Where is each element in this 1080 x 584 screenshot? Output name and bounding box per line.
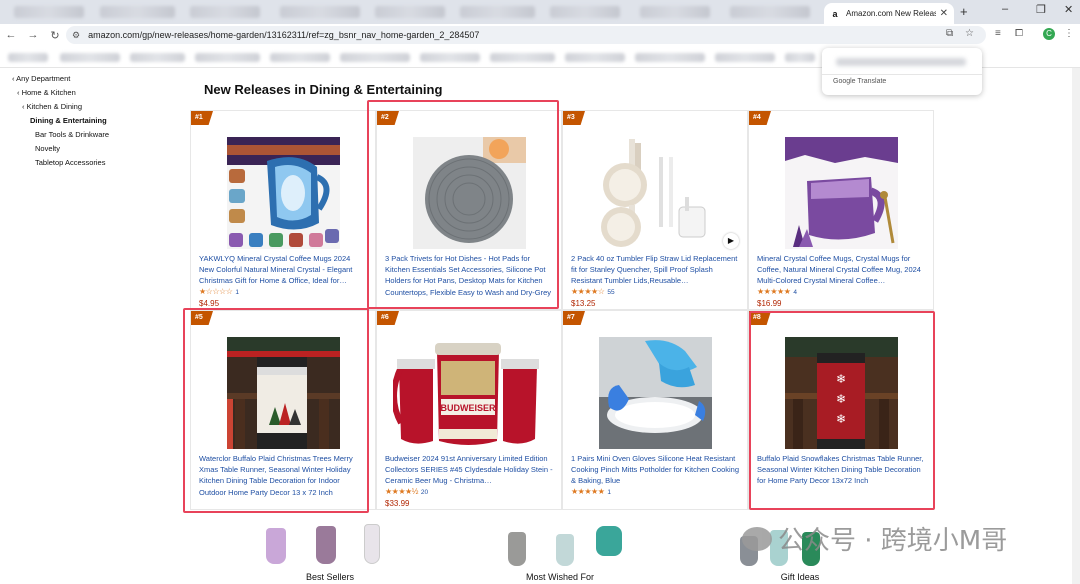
page-scrollbar[interactable] [1072, 68, 1080, 584]
new-tab-icon[interactable]: + [960, 4, 968, 19]
rating-stars: ★★★★½ [385, 487, 418, 496]
address-toolbar: ← → ↻ ⚙ amazon.com/gp/new-releases/home-… [0, 24, 1080, 46]
rating-stars: ★★★★☆ [571, 287, 605, 296]
url-text: amazon.com/gp/new-releases/home-garden/1… [88, 30, 480, 40]
review-count: 20 [420, 489, 429, 496]
svg-text:❄: ❄ [836, 392, 846, 406]
rank-badge: #2 [377, 111, 399, 125]
sidebar-item-dining-entertaining: Dining & Entertaining [30, 116, 107, 125]
product-card[interactable]: #6 BUDWEISER Budweiser 2024 91st Anniver… [376, 310, 562, 510]
product-title-link[interactable]: YAKWLYQ Mineral Crystal Coffee Mugs 2024… [199, 253, 367, 287]
product-card[interactable]: #8 ❄ ❄ ❄ Buffalo Plaid Snowflakes Christ… [748, 310, 934, 510]
sidebar-item-any-department[interactable]: ‹ Any Department [12, 72, 109, 86]
play-video-icon[interactable]: ▶ [723, 233, 739, 249]
maximize-icon[interactable]: ❐ [1036, 3, 1046, 16]
amazon-page: ‹ Any Department ‹ Home & Kitchen ‹ Kitc… [0, 68, 1080, 584]
product-image[interactable] [413, 137, 526, 249]
sidebar-item-home-kitchen[interactable]: ‹ Home & Kitchen [12, 86, 109, 100]
wechat-logo-icon [742, 526, 772, 551]
product-card[interactable]: #1 YAKWLYQ Mineral Crystal Coffee Mugs 2… [190, 110, 376, 310]
extensions-icon[interactable]: ⧠ [1015, 28, 1023, 39]
product-title-link[interactable]: 3 Pack Trivets for Hot Dishes - Hot Pads… [385, 253, 553, 298]
sidebar-item-kitchen-dining[interactable]: ‹ Kitchen & Dining [12, 100, 109, 114]
product-rating[interactable]: ★★★★☆ 55 [571, 287, 615, 296]
product-title-link[interactable]: Budweiser 2024 91st Anniversary Limited … [385, 453, 553, 487]
product-title-link[interactable]: Buffalo Plaid Snowflakes Christmas Table… [757, 453, 925, 487]
product-title-link[interactable]: Waterclor Buffalo Plaid Christmas Trees … [199, 453, 367, 498]
reload-icon[interactable]: ↻ [44, 29, 66, 42]
rating-stars: ★☆☆☆☆ [199, 287, 233, 296]
rating-stars: ★★★★★ [571, 487, 605, 496]
product-rating[interactable]: ★★★★★ 4 [757, 287, 797, 296]
product-rating[interactable]: ★★★★★ 1 [571, 487, 611, 496]
product-card[interactable]: #4 Mineral Crystal Coffee Mugs, Crystal … [748, 110, 934, 310]
svg-text:❄: ❄ [836, 372, 846, 386]
product-title-link[interactable]: Mineral Crystal Coffee Mugs, Crystal Mug… [757, 253, 925, 287]
product-rating[interactable]: ★☆☆☆☆ 1 [199, 287, 239, 296]
translate-popup[interactable]: Google Translate [822, 48, 982, 95]
best-sellers-tile[interactable]: Best Sellers [230, 516, 430, 584]
google-translate-label: Google Translate [833, 78, 887, 85]
close-tab-icon[interactable]: ✕ [940, 8, 948, 19]
product-price: $13.25 [571, 299, 596, 308]
rank-badge: #6 [377, 311, 399, 325]
profile-avatar[interactable]: C [1043, 28, 1055, 40]
product-card[interactable]: #5 Waterclor Buffalo Plaid Christmas Tre… [190, 310, 376, 510]
product-image[interactable]: ❄ ❄ ❄ [785, 337, 898, 449]
product-rating[interactable]: ★★★★½ 20 [385, 487, 428, 496]
bookmark-star-icon[interactable]: ☆ [965, 28, 974, 39]
product-card[interactable]: #7 1 Pairs Mini Oven Gloves Silicone Hea… [562, 310, 748, 510]
sidebar-item-bar-tools[interactable]: Bar Tools & Drinkware [12, 128, 109, 142]
active-tab-title: Amazon.com New Releases [846, 9, 936, 18]
product-image[interactable] [785, 137, 898, 249]
product-price: $16.99 [757, 299, 782, 308]
best-sellers-label[interactable]: Best Sellers [230, 572, 430, 582]
most-wished-tile[interactable]: Most Wished For [460, 516, 660, 584]
product-price: $33.99 [385, 499, 410, 508]
extension-menu-icon[interactable]: ≡ [995, 28, 1001, 39]
back-icon[interactable]: ← [0, 29, 22, 41]
page-title: New Releases in Dining & Entertaining [204, 82, 443, 97]
url-input[interactable]: ⚙ amazon.com/gp/new-releases/home-garden… [66, 26, 986, 44]
forward-icon[interactable]: → [22, 29, 44, 41]
review-count: 1 [235, 289, 239, 296]
most-wished-label[interactable]: Most Wished For [460, 572, 660, 582]
rank-badge: #7 [563, 311, 585, 325]
review-count: 55 [607, 289, 615, 296]
gift-ideas-label[interactable]: Gift Ideas [700, 572, 900, 582]
browser-tab-bar: a Amazon.com New Releases ✕ + – ❐ ✕ [0, 0, 1080, 24]
product-image[interactable] [227, 137, 340, 249]
browser-menu-icon[interactable]: ⋮ [1064, 28, 1074, 39]
product-title-link[interactable]: 2 Pack 40 oz Tumbler Flip Straw Lid Repl… [571, 253, 739, 287]
rank-badge: #5 [191, 311, 213, 325]
rank-badge: #3 [563, 111, 585, 125]
product-image[interactable] [599, 337, 712, 449]
product-image[interactable] [227, 337, 340, 449]
rank-badge: #8 [749, 311, 771, 325]
rank-badge: #1 [191, 111, 213, 125]
rating-stars: ★★★★★ [757, 287, 791, 296]
rank-badge: #4 [749, 111, 771, 125]
active-tab[interactable]: a Amazon.com New Releases ✕ [824, 3, 954, 24]
product-card[interactable]: #3 ▶ 2 Pack 40 oz Tumbler Flip Straw Lid… [562, 110, 748, 310]
product-title-link[interactable]: 1 Pairs Mini Oven Gloves Silicone Heat R… [571, 453, 739, 487]
minimize-icon[interactable]: – [1002, 3, 1008, 15]
site-info-icon[interactable]: ⚙ [72, 30, 80, 41]
product-card[interactable]: #2 3 Pack Trivets for Hot Dishes - Hot P… [376, 110, 562, 310]
product-image[interactable]: BUDWEISER [393, 337, 543, 449]
watermark: 公众号 · 跨境小M哥 [742, 520, 1007, 557]
svg-text:BUDWEISER: BUDWEISER [440, 403, 496, 413]
watermark-text: 公众号 · 跨境小M哥 [778, 526, 1008, 556]
review-count: 4 [793, 289, 797, 296]
category-sidebar: ‹ Any Department ‹ Home & Kitchen ‹ Kitc… [12, 72, 109, 170]
amazon-favicon-icon: a [832, 8, 838, 19]
translate-icon[interactable]: ⧉ [946, 28, 953, 39]
sidebar-item-tabletop[interactable]: Tabletop Accessories [12, 156, 109, 170]
review-count: 1 [607, 489, 611, 496]
product-price: $4.95 [199, 299, 220, 308]
svg-text:❄: ❄ [836, 412, 846, 426]
close-window-icon[interactable]: ✕ [1064, 3, 1073, 16]
product-image[interactable] [599, 137, 712, 249]
sidebar-item-novelty[interactable]: Novelty [12, 142, 109, 156]
